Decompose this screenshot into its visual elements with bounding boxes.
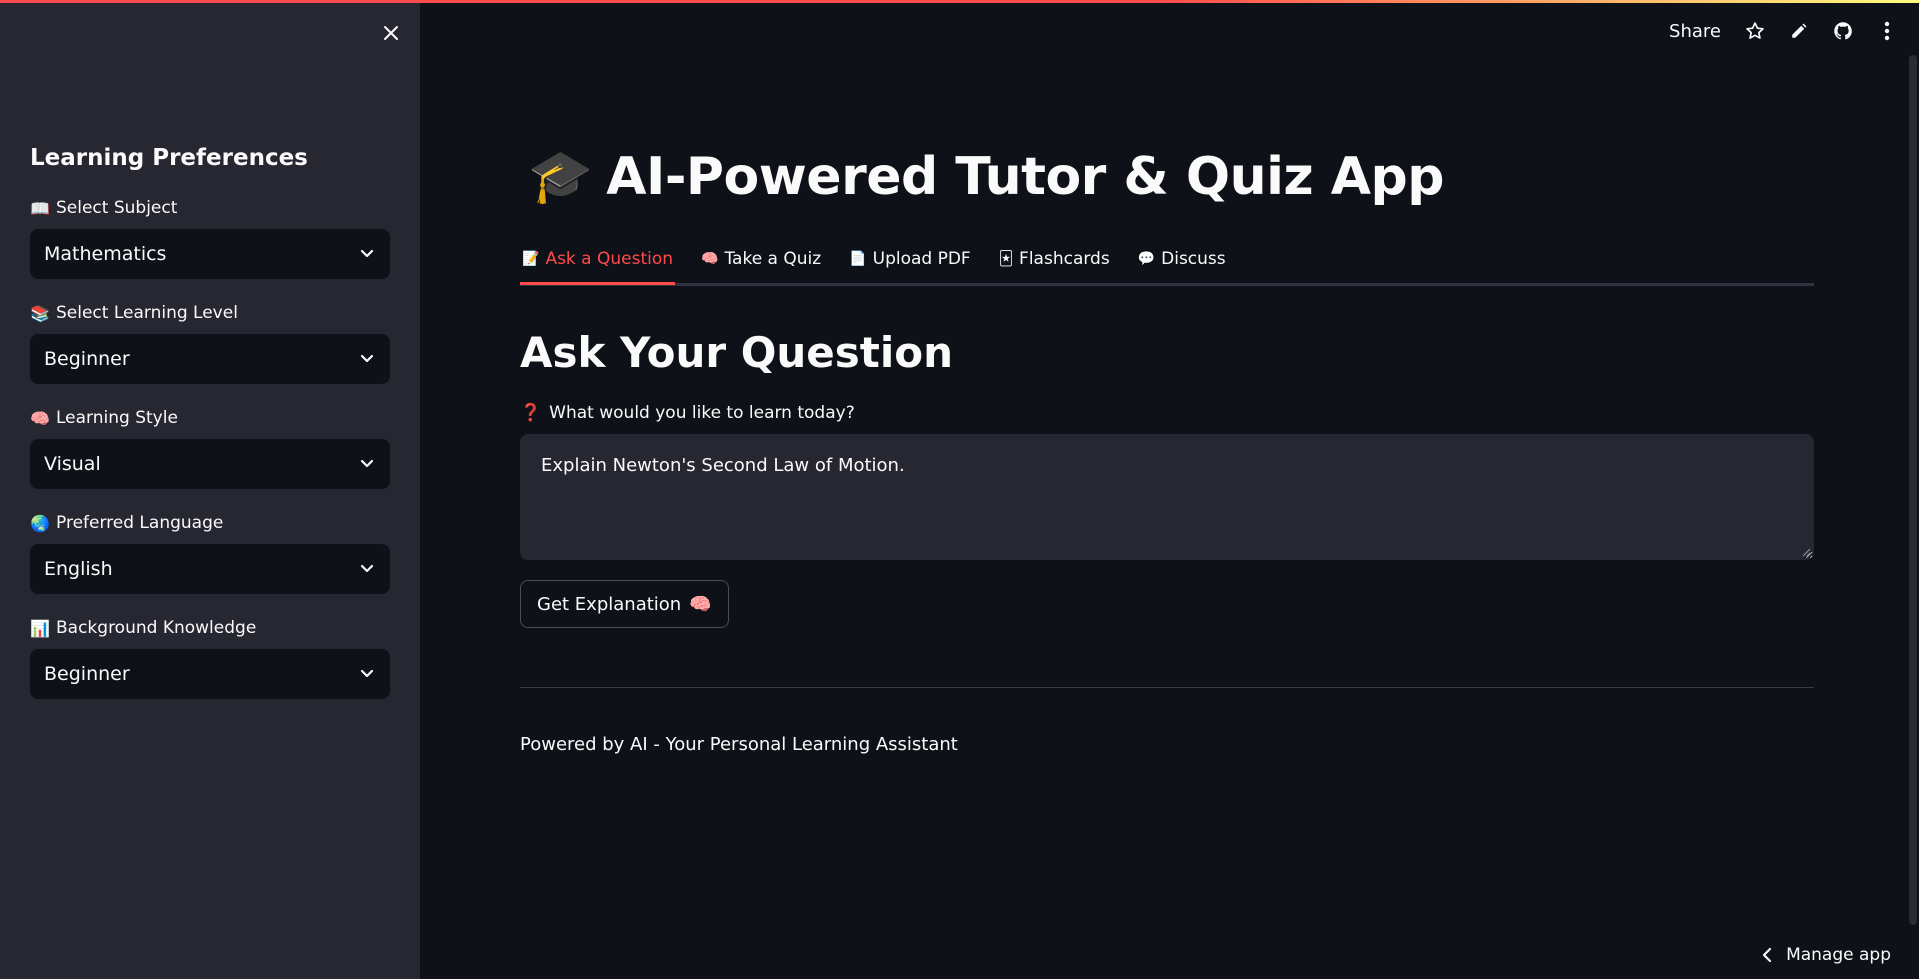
books-icon: 📚 — [30, 303, 50, 323]
top-decoration-bar — [0, 0, 1919, 3]
brain-icon: 🧠 — [30, 408, 50, 428]
star-icon — [1746, 22, 1764, 39]
manage-app-button[interactable]: Manage app — [1762, 945, 1891, 965]
subject-select[interactable]: Mathematics — [30, 229, 390, 279]
share-button[interactable]: Share — [1657, 15, 1733, 48]
subject-label: 📖 Select Subject — [30, 198, 178, 218]
tab-ask-a-question[interactable]: 📝 Ask a Question — [520, 236, 676, 285]
document-icon: 📄 — [849, 251, 867, 267]
brain-icon: 🧠 — [701, 251, 719, 267]
sidebar: Learning Preferences 📖 Select Subject Ma… — [0, 0, 420, 979]
preferred-language-select[interactable]: English — [30, 544, 390, 594]
close-icon — [384, 26, 398, 40]
chevron-down-icon — [360, 459, 374, 468]
more-vertical-icon — [1884, 21, 1890, 41]
background-knowledge-select[interactable]: Beginner — [30, 649, 390, 699]
tab-upload-pdf[interactable]: 📄 Upload PDF — [847, 236, 973, 282]
scrollbar[interactable] — [1905, 0, 1919, 979]
bar-chart-icon: 📊 — [30, 618, 50, 638]
chevron-down-icon — [360, 354, 374, 363]
divider — [520, 687, 1814, 688]
graduation-cap-icon: 🎓 — [528, 147, 593, 207]
pencil-icon — [1792, 23, 1807, 38]
close-sidebar-button[interactable] — [376, 18, 406, 48]
learning-style-label: 🧠 Learning Style — [30, 408, 178, 428]
star-button[interactable] — [1733, 14, 1777, 48]
scrollbar-thumb[interactable] — [1909, 55, 1917, 925]
question-mark-icon: ❓ — [520, 403, 542, 423]
section-title: Ask Your Question — [520, 328, 954, 377]
chevron-down-icon — [360, 564, 374, 573]
learning-level-label: 📚 Select Learning Level — [30, 303, 238, 323]
card-icon: 🃏 — [998, 251, 1014, 267]
resize-handle-icon[interactable] — [1801, 547, 1811, 557]
book-icon: 📖 — [30, 198, 50, 218]
question-label: ❓ What would you like to learn today? — [520, 403, 855, 423]
header-toolbar: Share — [1657, 14, 1909, 48]
tab-bar: 📝 Ask a Question 🧠 Take a Quiz 📄 Upload … — [520, 240, 1814, 286]
edit-button[interactable] — [1777, 14, 1821, 48]
speech-bubble-icon: 💬 — [1137, 251, 1156, 267]
tab-take-a-quiz[interactable]: 🧠 Take a Quiz — [699, 236, 823, 282]
brain-icon: 🧠 — [689, 593, 712, 615]
learning-style-select[interactable]: Visual — [30, 439, 390, 489]
memo-icon: 📝 — [522, 251, 540, 267]
question-input[interactable]: Explain Newton's Second Law of Motion. — [520, 434, 1814, 560]
app-title: 🎓 AI-Powered Tutor & Quiz App — [528, 146, 1444, 208]
preferred-language-label: 🌏 Preferred Language — [30, 513, 224, 533]
footer-text: Powered by AI - Your Personal Learning A… — [520, 734, 958, 755]
github-icon — [1834, 22, 1852, 40]
learning-level-select[interactable]: Beginner — [30, 334, 390, 384]
chevron-down-icon — [360, 669, 374, 678]
globe-icon: 🌏 — [30, 513, 50, 533]
get-explanation-button[interactable]: Get Explanation 🧠 — [520, 580, 729, 628]
github-button[interactable] — [1821, 14, 1865, 48]
tab-discuss[interactable]: 💬 Discuss — [1136, 236, 1228, 282]
main-content: Share 🎓 AI-Powered Tutor & Quiz App 📝 As… — [420, 0, 1919, 979]
main-menu-button[interactable] — [1865, 14, 1909, 48]
tab-flashcards[interactable]: 🃏 Flashcards — [997, 236, 1112, 282]
chevron-down-icon — [360, 249, 374, 258]
sidebar-title: Learning Preferences — [30, 145, 308, 171]
background-knowledge-label: 📊 Background Knowledge — [30, 618, 257, 638]
chevron-left-icon — [1762, 947, 1772, 963]
